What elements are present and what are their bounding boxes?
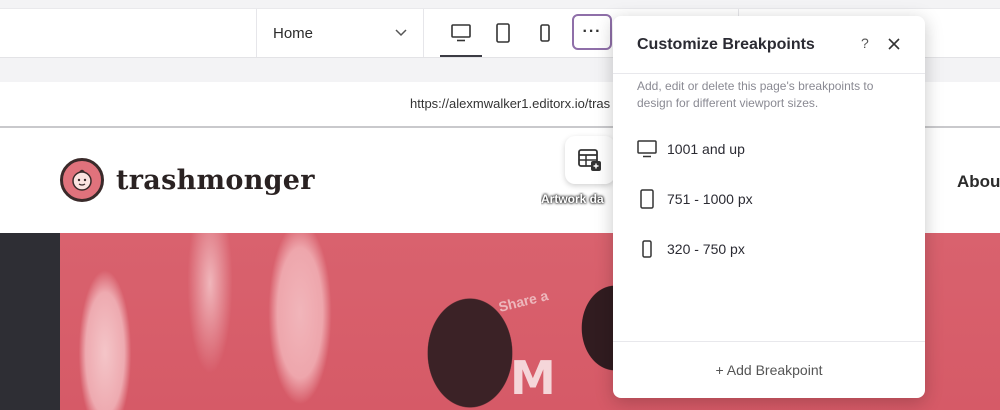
hero-overlay-text: M (510, 351, 556, 405)
more-icon: ··· (582, 23, 602, 40)
table-icon (578, 149, 601, 171)
site-logo[interactable]: trashmonger (60, 158, 315, 202)
panel-divider (613, 73, 925, 74)
tablet-view-button[interactable] (482, 9, 524, 57)
breakpoint-label: 1001 and up (667, 141, 745, 157)
logo-text: trashmonger (116, 164, 315, 196)
add-breakpoint-button[interactable]: + Add Breakpoint (613, 362, 925, 378)
device-switcher (440, 9, 566, 57)
panel-description: Add, edit or delete this page's breakpoi… (637, 79, 874, 110)
customize-breakpoints-panel: Customize Breakpoints ? Add, edit or del… (613, 16, 925, 398)
mobile-view-button[interactable] (524, 9, 566, 57)
breakpoint-label: 320 - 750 px (667, 241, 745, 257)
page-selector[interactable]: Home (256, 9, 424, 57)
breakpoint-label: 751 - 1000 px (667, 191, 753, 207)
panel-footer-divider (613, 341, 925, 342)
site-url[interactable]: https://alexmwalker1.editorx.io/tras (410, 96, 610, 111)
artwork-database-label: Artwork da (541, 192, 604, 206)
panel-title: Customize Breakpoints (637, 36, 815, 53)
tablet-icon (640, 189, 654, 209)
desktop-icon (637, 140, 657, 158)
breakpoint-desktop[interactable]: 1001 and up (637, 135, 901, 163)
nav-item-about[interactable]: Abou (957, 172, 1000, 192)
more-breakpoints-button[interactable]: ··· (572, 14, 612, 50)
mobile-icon (642, 240, 652, 258)
tablet-icon (496, 23, 510, 43)
help-button[interactable]: ? (861, 35, 869, 51)
logo-badge-icon (60, 158, 104, 202)
chevron-down-icon (395, 29, 407, 37)
mobile-icon (540, 24, 550, 42)
page-selector-value: Home (273, 24, 314, 42)
desktop-view-button[interactable] (440, 9, 482, 57)
breakpoint-mobile[interactable]: 320 - 750 px (637, 235, 901, 263)
face-icon (72, 169, 92, 191)
breakpoint-tablet[interactable]: 751 - 1000 px (637, 185, 901, 213)
desktop-icon (451, 24, 471, 42)
artwork-database-button[interactable] (565, 136, 615, 184)
close-icon[interactable] (885, 35, 903, 53)
